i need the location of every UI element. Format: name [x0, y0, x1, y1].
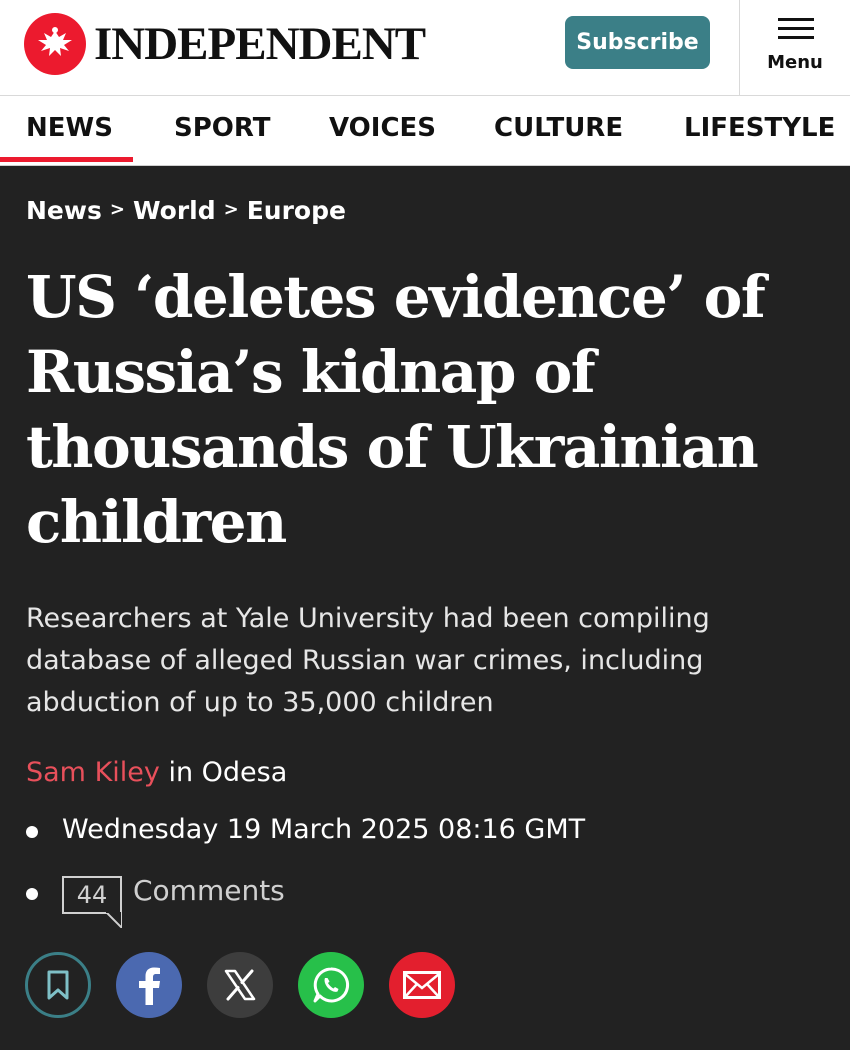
article-standfirst: Researchers at Yale University had been …: [26, 603, 710, 718]
logo-wordmark: INDEPENDENT: [94, 17, 426, 70]
site-header: INDEPENDENT Subscribe Menu: [0, 0, 850, 96]
bullet-dot: [26, 826, 38, 838]
nav-item-sport[interactable]: SPORT: [174, 96, 270, 166]
email-share-button[interactable]: [389, 952, 455, 1018]
breadcrumb: News > World > Europe: [26, 196, 346, 225]
nav-item-culture[interactable]: CULTURE: [494, 96, 623, 166]
byline: Sam Kiley in Odesa: [26, 757, 287, 788]
whatsapp-share-button[interactable]: [298, 952, 364, 1018]
whatsapp-icon: [313, 967, 350, 1003]
breadcrumb-news[interactable]: News: [26, 196, 102, 225]
nav-item-lifestyle[interactable]: LIFESTYLE: [684, 96, 835, 166]
author-link[interactable]: Sam Kiley: [26, 757, 160, 788]
section-nav: NEWS SPORT VOICES CULTURE LIFESTYLE: [0, 96, 850, 166]
breadcrumb-separator: >: [223, 199, 239, 220]
menu-label: Menu: [767, 52, 823, 73]
nav-item-voices[interactable]: VOICES: [329, 96, 436, 166]
comment-count-badge[interactable]: 44: [62, 876, 122, 914]
x-icon: [224, 969, 256, 1001]
site-logo[interactable]: INDEPENDENT: [24, 13, 426, 75]
article-headline: US ‘deletes evidence’ of Russia’s kidnap…: [26, 263, 766, 556]
hamburger-icon: [778, 18, 814, 40]
facebook-share-button[interactable]: [116, 952, 182, 1018]
byline-location: in Odesa: [168, 757, 288, 788]
subscribe-button[interactable]: Subscribe: [565, 16, 710, 69]
bookmark-icon: [47, 970, 69, 1000]
nav-item-news[interactable]: NEWS: [26, 96, 113, 166]
nav-active-indicator: [0, 157, 133, 162]
comments-link[interactable]: Comments: [133, 874, 285, 907]
menu-button[interactable]: Menu: [740, 0, 850, 95]
breadcrumb-world[interactable]: World: [133, 196, 216, 225]
comment-bubble-icon: [106, 912, 122, 928]
facebook-icon: [139, 967, 160, 1005]
bullet-dot: [26, 888, 38, 900]
eagle-icon: [24, 13, 86, 75]
breadcrumb-separator: >: [109, 199, 125, 220]
email-icon: [403, 971, 441, 999]
x-share-button[interactable]: [207, 952, 273, 1018]
breadcrumb-europe[interactable]: Europe: [247, 196, 346, 225]
bookmark-button[interactable]: [25, 952, 91, 1018]
publish-date: Wednesday 19 March 2025 08:16 GMT: [62, 814, 586, 845]
